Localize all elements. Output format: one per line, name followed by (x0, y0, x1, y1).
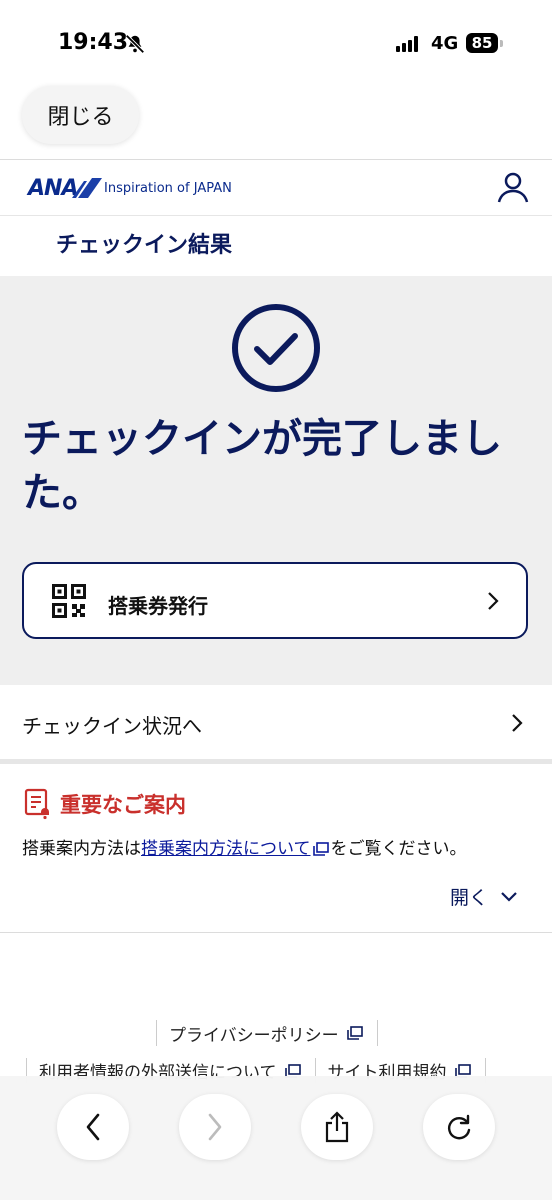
chevron-down-icon (501, 891, 517, 902)
checkin-status-label: チェックイン状況へ (22, 714, 202, 738)
header-divider-top (0, 159, 552, 160)
checkin-complete-message: チェックインが完了しました。 (22, 416, 502, 516)
external-link-icon (346, 1026, 363, 1040)
checkin-status-link[interactable]: チェックイン状況へ (0, 686, 552, 759)
ana-swoosh-icon (72, 178, 102, 198)
header-divider-bottom (0, 215, 552, 216)
section-divider (0, 759, 552, 764)
check-circle-icon (232, 304, 320, 392)
notice-title: 重要なご案内 (60, 793, 186, 817)
bell-muted-icon (125, 34, 145, 54)
external-link-icon (312, 842, 329, 856)
notice-body-suffix: をご覧ください。 (330, 839, 467, 859)
privacy-policy-link[interactable]: プライバシーポリシー (156, 1020, 378, 1046)
boarding-pass-label: 搭乗券発行 (108, 594, 208, 618)
reload-button[interactable] (423, 1094, 495, 1160)
issue-boarding-pass-button[interactable]: 搭乗券発行 (22, 562, 528, 639)
close-button[interactable]: 閉じる (22, 86, 139, 144)
chevron-right-icon (208, 1113, 222, 1141)
notice-body-prefix: 搭乗案内方法は (22, 839, 141, 859)
reload-icon (448, 1114, 471, 1140)
signal-icon (396, 36, 420, 52)
boarding-guide-link[interactable]: 搭乗案内方法について (141, 839, 311, 859)
logo-tagline: Inspiration of JAPAN (104, 181, 232, 196)
status-time: 19:43 (58, 30, 129, 55)
chevron-right-icon (488, 592, 499, 610)
notice-expand-toggle[interactable]: 開く (450, 883, 518, 910)
browser-toolbar (0, 1076, 552, 1200)
qr-code-icon (52, 584, 86, 618)
ana-logo[interactable]: ANA (28, 176, 78, 201)
share-button[interactable] (301, 1094, 373, 1160)
notice-document-icon (24, 788, 49, 820)
back-button[interactable] (57, 1094, 129, 1160)
battery-icon: 85 (466, 33, 498, 53)
notice-body: 搭乗案内方法は搭乗案内方法について をご覧ください。 (22, 834, 467, 859)
page-title: チェックイン結果 (56, 233, 233, 258)
chevron-left-icon (86, 1113, 100, 1141)
user-account-icon[interactable] (496, 170, 530, 204)
network-type: 4G (431, 33, 459, 54)
battery-tip (500, 40, 503, 47)
privacy-policy-label: プライバシーポリシー (169, 1025, 339, 1046)
share-icon (325, 1111, 349, 1143)
chevron-right-icon (512, 714, 523, 732)
open-label: 開く (450, 887, 489, 909)
forward-button[interactable] (179, 1094, 251, 1160)
notice-divider (0, 932, 552, 933)
